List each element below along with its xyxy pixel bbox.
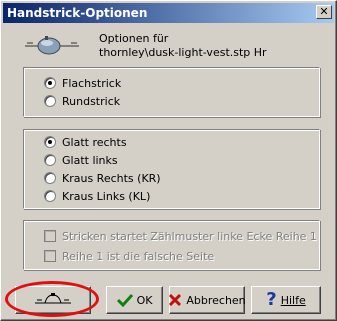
checkbox-start-pattern-left[interactable]: Stricken startet Zählmuster linke Ecke R…: [44, 228, 317, 244]
radio-button[interactable]: [44, 77, 56, 89]
radio-flachstrick[interactable]: Flachstrick: [44, 75, 121, 91]
title-bar[interactable]: Handstrick-Optionen ✕: [3, 3, 334, 23]
checkbox-row1-wrong-side[interactable]: Reihe 1 ist die falsche Seite: [44, 248, 214, 264]
stitch-style-group: Glatt rechts Glatt links Kraus Rechts (K…: [23, 129, 320, 209]
radio-label: Flachstrick: [62, 76, 122, 90]
pattern-options-group: Stricken startet Zählmuster linke Ecke R…: [23, 220, 320, 270]
checkbox-label: Reihe 1 ist die falsche Seite: [62, 249, 215, 263]
radio-button[interactable]: [44, 172, 56, 184]
knitting-machine-icon: [35, 293, 71, 304]
checkbox-label: Stricken startet Zählmuster linke Ecke R…: [62, 229, 317, 243]
radio-rundstrick[interactable]: Rundstrick: [44, 93, 120, 109]
radio-glatt-links[interactable]: Glatt links: [44, 152, 118, 168]
radio-label: Glatt rechts: [62, 135, 127, 149]
x-icon: [168, 293, 182, 307]
knitting-machine-icon: [25, 36, 79, 55]
checkmark-icon: [116, 293, 133, 307]
help-label: Hilfe: [280, 293, 306, 307]
help-button[interactable]: ? Hilfe: [251, 286, 321, 314]
dialog-window: Handstrick-Optionen ✕ Optionen für thorn…: [0, 0, 337, 321]
radio-label: Glatt links: [62, 153, 118, 167]
radio-label: Kraus Rechts (KR): [62, 171, 161, 185]
options-for-label: Optionen für: [99, 32, 169, 45]
radio-label: Rundstrick: [62, 94, 121, 108]
cancel-label: Abbrechen: [186, 293, 246, 307]
question-mark-icon: ?: [266, 289, 277, 310]
cancel-button[interactable]: Abbrechen: [168, 286, 246, 314]
checkbox[interactable]: [44, 250, 56, 262]
radio-kraus-links[interactable]: Kraus Links (KL): [44, 188, 150, 204]
close-icon: ✕: [319, 5, 329, 18]
machine-button[interactable]: [15, 286, 91, 314]
radio-glatt-rechts[interactable]: Glatt rechts: [44, 134, 127, 150]
close-button[interactable]: ✕: [316, 5, 332, 19]
checkbox[interactable]: [44, 230, 56, 242]
radio-button[interactable]: [44, 95, 56, 107]
window-title: Handstrick-Optionen: [7, 6, 148, 20]
stitch-type-group: Flachstrick Rundstrick: [23, 67, 320, 117]
ok-button[interactable]: OK: [106, 286, 163, 314]
options-header: Optionen für thornley\dusk-light-vest.st…: [99, 32, 267, 60]
radio-button[interactable]: [44, 190, 56, 202]
radio-button[interactable]: [44, 154, 56, 166]
radio-button[interactable]: [44, 136, 56, 148]
radio-label: Kraus Links (KL): [62, 189, 151, 203]
radio-kraus-rechts[interactable]: Kraus Rechts (KR): [44, 170, 161, 186]
file-name-label: thornley\dusk-light-vest.stp Hr: [99, 46, 267, 59]
ok-label: OK: [136, 293, 153, 307]
